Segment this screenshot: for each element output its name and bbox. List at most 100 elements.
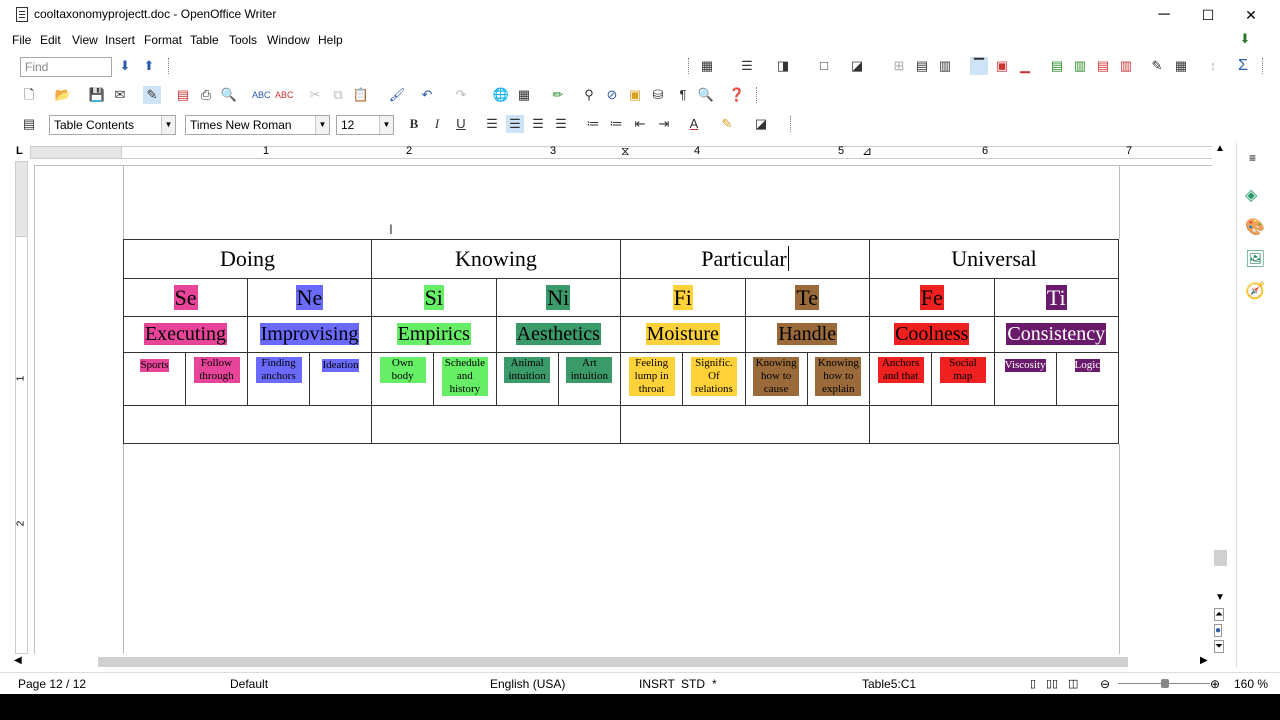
split-cells-icon[interactable]: ▤: [913, 57, 931, 75]
sub-cell[interactable]: Schedule and history: [433, 352, 497, 406]
paragraph-background-icon[interactable]: ◪: [752, 115, 770, 133]
hyperlink-icon[interactable]: 🌐: [492, 86, 510, 104]
insert-rows-icon[interactable]: ▤: [1048, 57, 1066, 75]
insert-mode[interactable]: INSRT: [639, 677, 675, 691]
minimize-button[interactable]: ─: [1141, 0, 1187, 30]
name-cell[interactable]: Empirics: [371, 316, 497, 353]
zoom-out-icon[interactable]: ⊖: [1100, 677, 1110, 691]
formatting-marks-icon[interactable]: ¶: [674, 86, 692, 104]
bullets-icon[interactable]: ≔: [607, 115, 625, 133]
undo-icon[interactable]: ↶: [418, 86, 436, 104]
name-cell[interactable]: Consistency: [993, 316, 1119, 353]
align-left-icon[interactable]: ☰: [483, 115, 501, 133]
scroll-up-icon[interactable]: ▲: [1215, 143, 1225, 154]
toolbar-grip[interactable]: [688, 58, 691, 74]
sub-cell[interactable]: Viscosity: [993, 352, 1057, 406]
table-properties-icon[interactable]: ▦: [1172, 57, 1190, 75]
scroll-left-icon[interactable]: ◀: [14, 655, 22, 666]
tab-stop-icon[interactable]: L: [16, 145, 23, 157]
function-cell[interactable]: Si: [371, 278, 497, 317]
selection-mode[interactable]: STD: [681, 677, 705, 691]
email-icon[interactable]: ✉: [111, 86, 129, 104]
autoformat-icon[interactable]: ✎: [1148, 57, 1166, 75]
zoom-slider-thumb[interactable]: [1161, 679, 1169, 688]
align-center-icon[interactable]: ☰: [506, 115, 524, 133]
horizontal-scrollbar[interactable]: ◀ ▶: [12, 655, 1212, 669]
gallery-icon[interactable]: 🖼: [1245, 249, 1265, 269]
clone-formatting-icon[interactable]: 🖌: [388, 86, 406, 104]
function-cell[interactable]: Ne: [247, 278, 372, 317]
layout-single-icon[interactable]: ▯: [1030, 677, 1036, 690]
empty-cell[interactable]: [371, 405, 621, 444]
paste-icon[interactable]: 📋: [352, 86, 370, 104]
empty-cell[interactable]: [123, 405, 372, 444]
border-color-icon[interactable]: □: [815, 57, 833, 75]
edit-mode-icon[interactable]: ✎: [143, 86, 161, 104]
menu-format[interactable]: Format: [144, 33, 182, 47]
properties-icon[interactable]: ◈: [1245, 185, 1257, 205]
copy-icon[interactable]: ⧉: [329, 86, 347, 104]
document-page[interactable]: Ι Doing Knowing Particular Universal Se N…: [34, 165, 1212, 654]
vertical-scrollbar[interactable]: ▲ ▼ ⏶ ● ⏷: [1212, 143, 1229, 654]
find-next-icon[interactable]: ⬇: [116, 57, 134, 75]
sub-cell[interactable]: Own body: [370, 352, 435, 406]
justify-icon[interactable]: ☰: [552, 115, 570, 133]
sub-cell[interactable]: Follow through: [185, 352, 248, 406]
function-cell[interactable]: Ni: [495, 278, 621, 317]
scroll-thumb[interactable]: [98, 657, 1128, 667]
scroll-down-icon[interactable]: ▼: [1215, 592, 1225, 603]
zoom-level[interactable]: 160 %: [1234, 677, 1268, 691]
find-input[interactable]: Find: [20, 57, 112, 77]
name-cell[interactable]: Executing: [123, 316, 248, 353]
find-replace-icon[interactable]: ⚲: [580, 86, 598, 104]
function-cell[interactable]: Se: [123, 278, 248, 317]
empty-cell[interactable]: [620, 405, 870, 444]
header-cell[interactable]: Doing: [123, 239, 372, 279]
data-sources-icon[interactable]: ⛁: [649, 86, 667, 104]
align-right-icon[interactable]: ☰: [529, 115, 547, 133]
highlighting-icon[interactable]: ✎: [718, 115, 736, 133]
chevron-down-icon[interactable]: ▼: [161, 116, 175, 134]
toolbar-grip[interactable]: [790, 116, 793, 132]
navigator-icon[interactable]: ⊘: [603, 86, 621, 104]
sub-cell[interactable]: Knowing how to explain: [806, 352, 871, 406]
menu-help[interactable]: Help: [318, 33, 343, 47]
indent-marker-icon[interactable]: ⧖: [621, 144, 629, 159]
menu-view[interactable]: View: [72, 33, 98, 47]
sub-cell[interactable]: Art intuition: [557, 352, 622, 406]
page-indicator[interactable]: Page 12 / 12: [18, 677, 86, 691]
sub-cell[interactable]: Sports: [123, 352, 186, 406]
function-cell[interactable]: Ti: [993, 278, 1119, 317]
navigator-icon[interactable]: 🧭: [1245, 281, 1265, 301]
toolbar-grip[interactable]: [756, 87, 759, 103]
column-marker-icon[interactable]: ⊿: [862, 144, 872, 158]
empty-cell[interactable]: [869, 405, 1119, 444]
sub-cell[interactable]: Anchors and that: [868, 352, 933, 406]
find-previous-icon[interactable]: ⬆: [140, 57, 158, 75]
name-cell[interactable]: Improvising: [247, 316, 372, 353]
sum-icon[interactable]: Σ: [1234, 57, 1252, 75]
delete-rows-icon[interactable]: ▤: [1094, 57, 1112, 75]
close-button[interactable]: ✕: [1228, 0, 1274, 30]
function-cell[interactable]: Fi: [620, 278, 746, 317]
merge-cells-icon[interactable]: ⊞: [890, 57, 908, 75]
optimize-icon[interactable]: ▥: [936, 57, 954, 75]
styles-icon[interactable]: ▤: [20, 115, 38, 133]
print-preview-icon[interactable]: 🔍: [220, 86, 238, 104]
update-icon[interactable]: ⬇: [1236, 30, 1254, 48]
borders-icon[interactable]: ☰: [738, 57, 756, 75]
border-style-icon[interactable]: ◨: [774, 57, 792, 75]
previous-page-icon[interactable]: ⏶: [1214, 608, 1224, 621]
zoom-in-icon[interactable]: ⊕: [1210, 677, 1220, 691]
font-color-icon[interactable]: A: [685, 115, 703, 133]
menu-tools[interactable]: Tools: [229, 33, 257, 47]
insert-columns-icon[interactable]: ▥: [1071, 57, 1089, 75]
sub-cell[interactable]: Signific. Of relations: [682, 352, 746, 406]
sub-cell[interactable]: Knowing how to cause: [744, 352, 808, 406]
menu-window[interactable]: Window: [267, 33, 310, 47]
next-page-icon[interactable]: ⏷: [1214, 640, 1224, 653]
align-bottom-icon[interactable]: ▁: [1016, 57, 1034, 75]
print-icon[interactable]: ⎙: [197, 86, 215, 104]
delete-columns-icon[interactable]: ▥: [1117, 57, 1135, 75]
chevron-down-icon[interactable]: ▼: [379, 116, 393, 134]
